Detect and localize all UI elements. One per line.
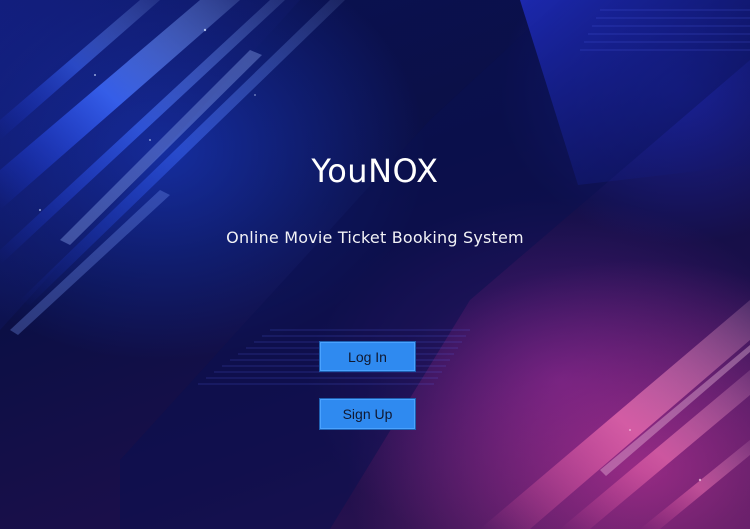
bg-pink-streaks: [480, 300, 750, 529]
background-artwork: [0, 0, 750, 529]
app-subtitle: Online Movie Ticket Booking System: [226, 228, 524, 247]
app-title: YouNOX: [311, 152, 439, 190]
welcome-window: YouNOX Online Movie Ticket Booking Syste…: [0, 0, 750, 529]
signup-button[interactable]: Sign Up: [319, 398, 416, 430]
login-button[interactable]: Log In: [319, 341, 416, 372]
